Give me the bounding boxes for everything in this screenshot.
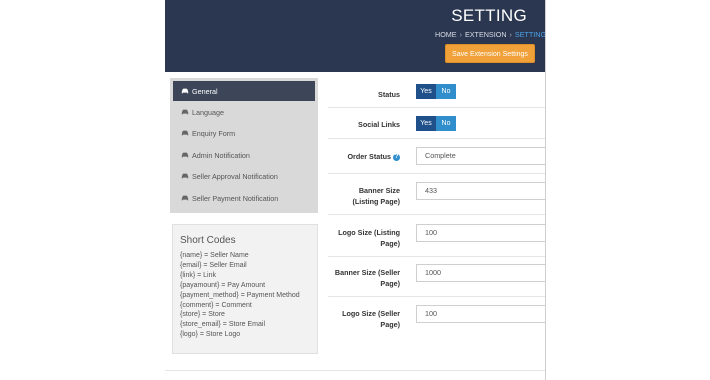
help-icon[interactable]: ? [393, 153, 400, 161]
short-codes-list: {name} = Seller Name {email} = Seller Em… [180, 251, 300, 340]
label-line: Banner Size [358, 186, 400, 195]
label-line: (Listing Page) [352, 197, 400, 206]
footer-divider [165, 370, 545, 371]
social-links-toggle[interactable]: Yes No [416, 116, 456, 131]
short-codes-title: Short Codes [180, 235, 236, 246]
sidebar-item-label: Seller Payment Notification [192, 193, 279, 203]
row-divider [328, 107, 545, 108]
car-icon [181, 195, 189, 201]
car-icon [181, 88, 189, 94]
sidebar-item-label: Seller Approval Notification [192, 171, 278, 181]
label-line: Page) [380, 320, 400, 329]
short-code-line: {email} = Seller Email [180, 261, 247, 269]
short-code-line: {link} = Link [180, 271, 216, 279]
settings-sidebar: General Language Enquiry Form Admin Noti… [170, 78, 318, 213]
page-header: SETTING HOME › EXTENSION › SETTING Save Exte… [165, 0, 545, 72]
breadcrumb-separator: › [459, 30, 462, 39]
sidebar-item-general[interactable]: General [173, 81, 315, 101]
page-title: SETTING [451, 6, 527, 25]
sidebar-item-enquiry-form[interactable]: Enquiry Form [173, 123, 315, 143]
social-links-no-button[interactable]: No [436, 116, 456, 131]
sidebar-item-label: General [192, 86, 218, 96]
car-icon [181, 173, 189, 179]
label-line: Logo Size (Seller [342, 309, 400, 318]
car-icon [181, 152, 189, 158]
logo-size-listing-input[interactable]: 100 [416, 224, 545, 242]
logo-size-listing-label: Logo Size (Listing Page) [328, 227, 400, 249]
logo-size-seller-label: Logo Size (Seller Page) [328, 308, 400, 330]
general-settings-form: Status Yes No Social Links Yes No Order … [328, 78, 545, 380]
social-links-yes-button[interactable]: Yes [416, 116, 436, 131]
sidebar-item-seller-payment-notification[interactable]: Seller Payment Notification [173, 188, 315, 208]
label-line: Page) [380, 239, 400, 248]
status-toggle[interactable]: Yes No [416, 84, 456, 99]
breadcrumb-home[interactable]: HOME [435, 30, 457, 39]
sidebar-item-label: Language [192, 107, 224, 117]
order-status-label: Order Status [347, 152, 391, 161]
short-codes-panel: Short Codes {name} = Seller Name {email}… [172, 224, 318, 354]
sidebar-item-label: Enquiry Form [192, 128, 236, 138]
sidebar-item-seller-approval-notification[interactable]: Seller Approval Notification [173, 166, 315, 186]
label-line: Page) [380, 279, 400, 288]
settings-panel: SETTING HOME › EXTENSION › SETTING Save Exte… [165, 0, 546, 380]
row-divider [328, 214, 545, 215]
banner-size-listing-label: Banner Size (Listing Page) [328, 185, 400, 207]
order-status-label-wrap: Order Status? [328, 151, 400, 162]
short-code-line: {logo} = Store Logo [180, 331, 241, 339]
banner-size-listing-input[interactable]: 433 [416, 182, 545, 200]
short-code-line: {store_email} = Store Email [180, 321, 266, 329]
banner-size-seller-input[interactable]: 1000 [416, 264, 545, 282]
row-divider [328, 256, 545, 257]
car-icon [181, 109, 189, 115]
breadcrumb: HOME › EXTENSION › SETTING [435, 30, 545, 39]
short-code-line: {name} = Seller Name [180, 252, 249, 259]
sidebar-item-language[interactable]: Language [173, 102, 315, 122]
status-label: Status [378, 90, 400, 99]
breadcrumb-setting[interactable]: SETTING [515, 30, 545, 39]
status-no-button[interactable]: No [436, 84, 456, 99]
banner-size-seller-label: Banner Size (Seller Page) [328, 267, 400, 289]
short-code-line: {store} = Store [180, 311, 225, 319]
status-yes-button[interactable]: Yes [416, 84, 436, 99]
label-line: Logo Size (Listing [338, 228, 400, 237]
short-code-line: {payamount} = Pay Amount [180, 281, 266, 289]
short-code-line: {comment} = Comment [180, 301, 252, 309]
order-status-select[interactable]: Complete [416, 147, 545, 165]
sidebar-item-label: Admin Notification [192, 150, 250, 160]
breadcrumb-separator: › [509, 30, 512, 39]
social-links-label: Social Links [358, 120, 400, 129]
breadcrumb-extension[interactable]: EXTENSION [465, 30, 507, 39]
save-extension-settings-button[interactable]: Save Extension Settings [445, 44, 535, 63]
label-line: Banner Size (Seller [334, 268, 400, 277]
short-code-line: {payment_method} = Payment Method [180, 291, 300, 299]
sidebar-item-admin-notification[interactable]: Admin Notification [173, 145, 315, 165]
row-divider [328, 173, 545, 174]
row-divider [328, 296, 545, 297]
row-divider [328, 138, 545, 139]
car-icon [181, 130, 189, 136]
logo-size-seller-input[interactable]: 100 [416, 305, 545, 323]
